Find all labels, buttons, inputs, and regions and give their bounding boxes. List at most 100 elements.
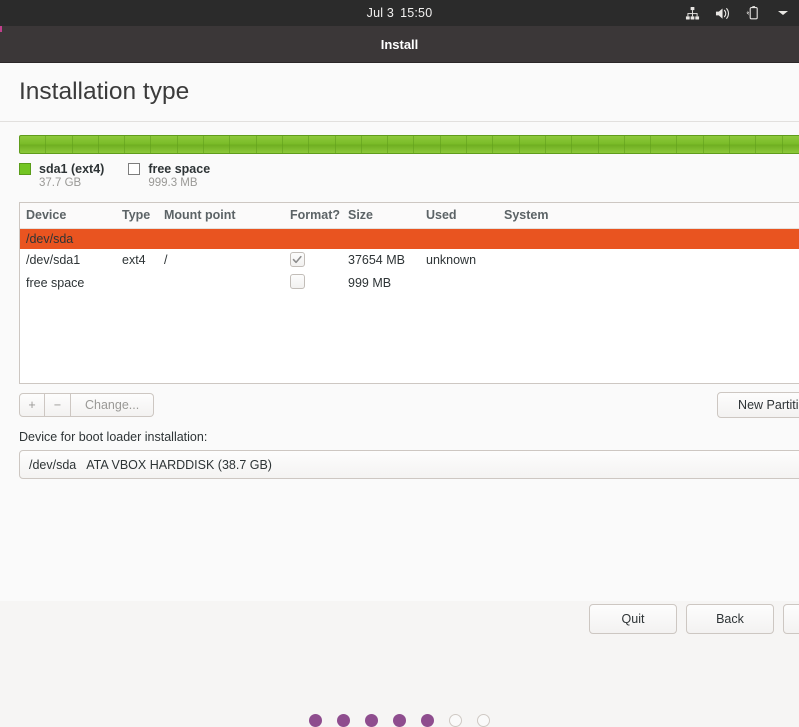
format-checkbox-unchecked-icon[interactable]	[290, 274, 305, 289]
cell-format-checkbox[interactable]	[290, 271, 348, 295]
add-partition-button[interactable]: +	[19, 393, 45, 417]
format-checkbox-checked-icon[interactable]	[290, 252, 305, 267]
progress-dot	[337, 714, 350, 727]
remove-partition-button[interactable]: −	[45, 393, 71, 417]
partition-bar-segment	[730, 136, 757, 153]
quit-button[interactable]: Quit	[589, 604, 677, 634]
legend-label: sda1 (ext4)	[39, 162, 105, 176]
partition-legend: sda1 (ext4) 37.7 GB free space 999.3 MB	[0, 154, 799, 189]
cell-system	[504, 271, 799, 295]
partition-bar-segment	[441, 136, 468, 153]
clock-date: Jul 3	[366, 6, 395, 20]
cell-used: unknown	[426, 253, 477, 267]
column-header-used[interactable]: Used	[426, 203, 504, 229]
column-header-format[interactable]: Format?	[290, 203, 348, 229]
network-icon[interactable]	[684, 5, 701, 22]
window-title: Install	[380, 36, 419, 52]
partition-bar-segment	[467, 136, 494, 153]
installer-window: Install Installation type sda1 (ext4) 37…	[0, 26, 799, 727]
partition-bar-segment	[283, 136, 310, 153]
back-button[interactable]: Back	[686, 604, 774, 634]
disk-cell-blank	[348, 228, 426, 249]
partition-bar-segment	[336, 136, 362, 153]
disk-cell-blank	[290, 228, 348, 249]
partition-bar-segment	[599, 136, 625, 153]
partition-bar-segment	[204, 136, 231, 153]
bootloader-label: Device for boot loader installation:	[19, 430, 208, 444]
partition-actions: + − Change... New Partition Table...	[19, 392, 799, 418]
partition-bar-segment	[414, 136, 441, 153]
cell-type: ext4	[122, 253, 146, 267]
progress-dot	[393, 714, 406, 727]
cell-format-checkbox[interactable]	[290, 249, 348, 271]
partition-bar-segment	[520, 136, 546, 153]
system-tray	[684, 5, 791, 22]
column-header-type[interactable]: Type	[122, 203, 164, 229]
cell-size: 37654 MB	[348, 253, 405, 267]
progress-dot	[449, 714, 462, 727]
partition-bar-segment	[230, 136, 257, 153]
partition-bar-segment	[178, 136, 205, 153]
cell-device: /dev/sda1	[26, 253, 81, 267]
change-partition-button[interactable]: Change...	[71, 393, 155, 417]
table-row-disk-selected[interactable]: /dev/sda	[20, 228, 799, 249]
wizard-progress-dots	[0, 714, 799, 727]
legend-swatch-icon	[19, 163, 31, 175]
partition-bar-segment	[20, 136, 47, 153]
partition-bar-segment	[546, 136, 573, 153]
cell-used	[426, 271, 504, 295]
disk-cell-blank	[504, 228, 799, 249]
legend-item-free-space: free space 999.3 MB	[128, 162, 210, 189]
battery-charging-icon[interactable]	[744, 5, 761, 22]
volume-icon[interactable]	[714, 5, 731, 22]
legend-label: free space	[148, 162, 211, 176]
cell-size: 999 MB	[348, 276, 392, 290]
disk-device-name: /dev/sda	[20, 228, 122, 249]
system-clock[interactable]: Jul 3 15:50	[0, 6, 799, 20]
legend-item-sda1: sda1 (ext4) 37.7 GB	[19, 162, 104, 189]
system-top-bar: Jul 3 15:50	[0, 0, 799, 26]
partition-bar-segment	[704, 136, 731, 153]
partition-usage-bar[interactable]	[19, 135, 799, 154]
table-header-row: Device Type Mount point Format? Size Use…	[20, 203, 799, 229]
partition-bar-segment	[625, 136, 652, 153]
installation-type-content: sda1 (ext4) 37.7 GB free space 999.3 MB	[0, 122, 799, 727]
partition-bar-segment	[73, 136, 99, 153]
legend-size: 37.7 GB	[39, 177, 82, 189]
partition-bar-segment	[309, 136, 336, 153]
table-row[interactable]: /dev/sda1 ext4 / 37654 MB unknown	[20, 249, 799, 271]
legend-swatch-icon	[128, 163, 141, 175]
install-now-button[interactable]: In	[783, 604, 799, 634]
disk-cell-blank	[164, 228, 290, 249]
column-header-size[interactable]: Size	[348, 203, 426, 229]
partition-bar-segment	[46, 136, 73, 153]
partition-bar-segment	[783, 136, 799, 153]
column-header-mount-point[interactable]: Mount point	[164, 203, 290, 229]
disk-cell-blank	[122, 228, 164, 249]
bootloader-device-combobox[interactable]: /dev/sda ATA VBOX HARDDISK (38.7 GB)	[19, 450, 799, 479]
cell-mount-point	[164, 271, 290, 295]
cell-system	[504, 249, 799, 271]
progress-dot	[421, 714, 434, 727]
legend-size: 999.3 MB	[148, 177, 198, 189]
column-header-system[interactable]: System	[504, 203, 799, 229]
column-header-device[interactable]: Device	[20, 203, 122, 229]
disk-cell-blank	[426, 228, 504, 249]
partition-bar-segment	[257, 136, 283, 153]
table-row[interactable]: free space 999 MB	[20, 271, 799, 295]
bootloader-selected-description: ATA VBOX HARDDISK (38.7 GB)	[86, 457, 272, 472]
partition-bar-container	[0, 122, 799, 154]
system-menu-chevron-icon[interactable]	[774, 5, 791, 22]
clock-time: 15:50	[400, 6, 433, 20]
partition-bar-segment	[677, 136, 704, 153]
partition-table[interactable]: Device Type Mount point Format? Size Use…	[19, 202, 799, 384]
partition-bar-segment	[362, 136, 389, 153]
partition-bar-segment	[493, 136, 520, 153]
partition-bar-segment	[651, 136, 678, 153]
titlebar-accent	[0, 26, 2, 32]
partition-bar-segment	[125, 136, 152, 153]
partition-bar-segment	[151, 136, 178, 153]
progress-dot	[365, 714, 378, 727]
new-partition-table-button[interactable]: New Partition Table...	[717, 392, 799, 418]
cell-mount-point: /	[164, 253, 168, 267]
